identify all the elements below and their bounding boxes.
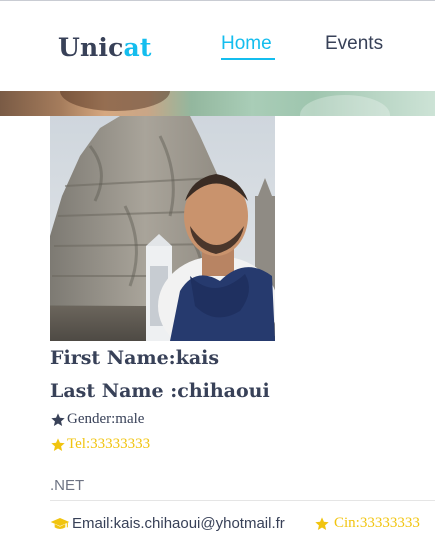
logo-main-text: Unic (58, 33, 124, 62)
last-name-heading: Last Name :chihaoui (50, 380, 270, 402)
gender-text: Gender:male (67, 411, 145, 427)
tel-text: Tel:33333333 (67, 436, 151, 452)
nav-active-indicator (221, 58, 275, 60)
nav-events-link[interactable]: Events (325, 33, 383, 55)
cin-text: Cin:33333333 (334, 515, 420, 531)
email-text: Email:kais.chihaoui@yhotmail.fr (72, 515, 285, 532)
hero-banner-strip (0, 91, 435, 116)
star-icon (315, 516, 329, 530)
star-icon (51, 437, 65, 451)
email-row: Email:kais.chihaoui@yhotmail.fr (50, 515, 285, 532)
logo-accent-text: at (123, 33, 152, 62)
first-name-heading: First Name:kais (50, 347, 220, 369)
star-icon (51, 412, 65, 426)
profile-photo (50, 116, 275, 341)
nav-home-link[interactable]: Home (221, 33, 272, 55)
site-header: Unicat Home Events (0, 1, 435, 91)
cin-row: Cin:33333333 (314, 515, 420, 532)
section-divider (50, 500, 435, 501)
graduation-cap-icon (50, 517, 70, 529)
skill-label: .NET (50, 477, 85, 494)
gender-row: Gender:male (50, 411, 144, 428)
tel-row: Tel:33333333 (50, 436, 150, 453)
site-logo[interactable]: Unicat (58, 33, 152, 62)
